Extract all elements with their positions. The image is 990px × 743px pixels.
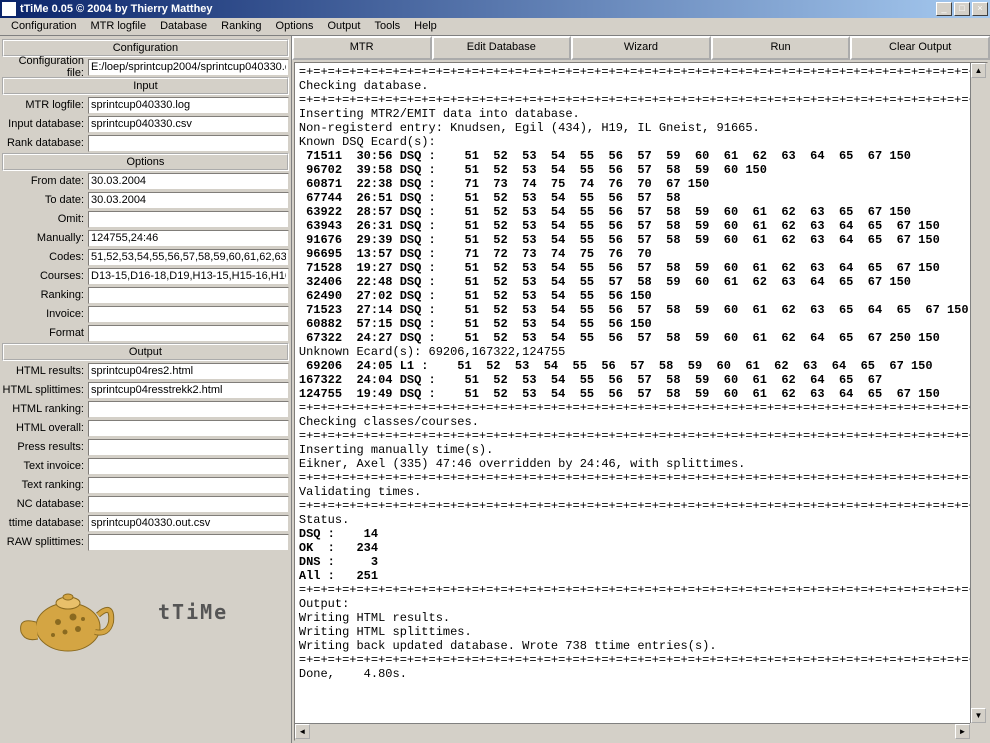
rank-database-input[interactable] [88,135,289,152]
html-splittimes-input[interactable] [88,382,289,399]
scroll-up-button[interactable]: ▲ [971,63,986,78]
menu-tools[interactable]: Tools [367,18,407,35]
html-ranking-input[interactable] [88,401,289,418]
html-overall-input[interactable] [88,420,289,437]
text-invoice-label: Text invoice: [2,460,88,472]
menu-help[interactable]: Help [407,18,444,35]
press-results-label: Press results: [2,441,88,453]
menu-ranking[interactable]: Ranking [214,18,268,35]
scroll-down-button[interactable]: ▼ [971,708,986,723]
raw-splittimes-label: RAW splittimes: [2,536,88,548]
manually-input[interactable] [88,230,289,247]
menu-configuration[interactable]: Configuration [4,18,83,35]
invoice-input[interactable] [88,306,289,323]
menu-database[interactable]: Database [153,18,214,35]
text-invoice-input[interactable] [88,458,289,475]
codes-label: Codes: [2,251,88,263]
nc-database-input[interactable] [88,496,289,513]
menu-output[interactable]: Output [320,18,367,35]
text-ranking-input[interactable] [88,477,289,494]
menu-mtr-logfile[interactable]: MTR logfile [83,18,153,35]
maximize-button[interactable]: □ [954,2,970,16]
section-options: Options [2,153,289,171]
wizard-button[interactable]: Wizard [571,36,711,60]
edit-database-button[interactable]: Edit Database [432,36,572,60]
courses-label: Courses: [2,270,88,282]
html-results-input[interactable] [88,363,289,380]
section-input: Input [2,77,289,95]
press-results-input[interactable] [88,439,289,456]
mtr-logfile-label: MTR logfile: [2,99,88,111]
format-label: Format [2,327,88,339]
from-date-input[interactable] [88,173,289,190]
to-date-input[interactable] [88,192,289,209]
from-date-label: From date: [2,175,88,187]
close-button[interactable]: × [972,2,988,16]
text-ranking-label: Text ranking: [2,479,88,491]
nc-database-label: NC database: [2,498,88,510]
format-input[interactable] [88,325,289,342]
invoice-label: Invoice: [2,308,88,320]
mtr-logfile-input[interactable] [88,97,289,114]
omit-input[interactable] [88,211,289,228]
app-icon [2,2,16,16]
config-file-input[interactable] [88,59,289,76]
menu-options[interactable]: Options [269,18,321,35]
config-file-label: Configuration file: [2,55,88,79]
minimize-button[interactable]: _ [936,2,952,16]
manually-label: Manually: [2,232,88,244]
to-date-label: To date: [2,194,88,206]
scroll-right-button[interactable]: ► [955,724,970,739]
input-database-input[interactable] [88,116,289,133]
scroll-left-button[interactable]: ◄ [295,724,310,739]
input-database-label: Input database: [2,118,88,130]
rank-database-label: Rank database: [2,137,88,149]
html-splittimes-label: HTML splittimes: [2,384,88,396]
title-bar: tTiMe 0.05 © 2004 by Thierry Matthey _ □… [0,0,990,18]
horizontal-scrollbar[interactable]: ◄ ► [295,723,970,740]
codes-input[interactable] [88,249,289,266]
ranking-label: Ranking: [2,289,88,301]
scroll-corner [970,723,987,740]
teapot-icon [8,562,128,662]
clear-output-button[interactable]: Clear Output [850,36,990,60]
ttime-database-label: ttime database: [2,517,88,529]
html-results-label: HTML results: [2,365,88,377]
vertical-scrollbar[interactable]: ▲ ▼ [970,63,987,723]
menu-bar: Configuration MTR logfile Database Ranki… [0,18,990,36]
console-output: =+=+=+=+=+=+=+=+=+=+=+=+=+=+=+=+=+=+=+=+… [295,63,987,740]
raw-splittimes-input[interactable] [88,534,289,551]
window-title: tTiMe 0.05 © 2004 by Thierry Matthey [20,3,936,15]
left-panel: Configuration Configuration file: Input … [0,36,291,743]
run-button[interactable]: Run [711,36,851,60]
ttime-database-input[interactable] [88,515,289,532]
mtr-button[interactable]: MTR [292,36,432,60]
courses-input[interactable] [88,268,289,285]
section-output: Output [2,343,289,361]
omit-label: Omit: [2,213,88,225]
right-panel: MTR Edit Database Wizard Run Clear Outpu… [291,36,990,743]
brand-text: tTiMe [158,600,228,624]
ranking-input[interactable] [88,287,289,304]
html-overall-label: HTML overall: [2,422,88,434]
html-ranking-label: HTML ranking: [2,403,88,415]
